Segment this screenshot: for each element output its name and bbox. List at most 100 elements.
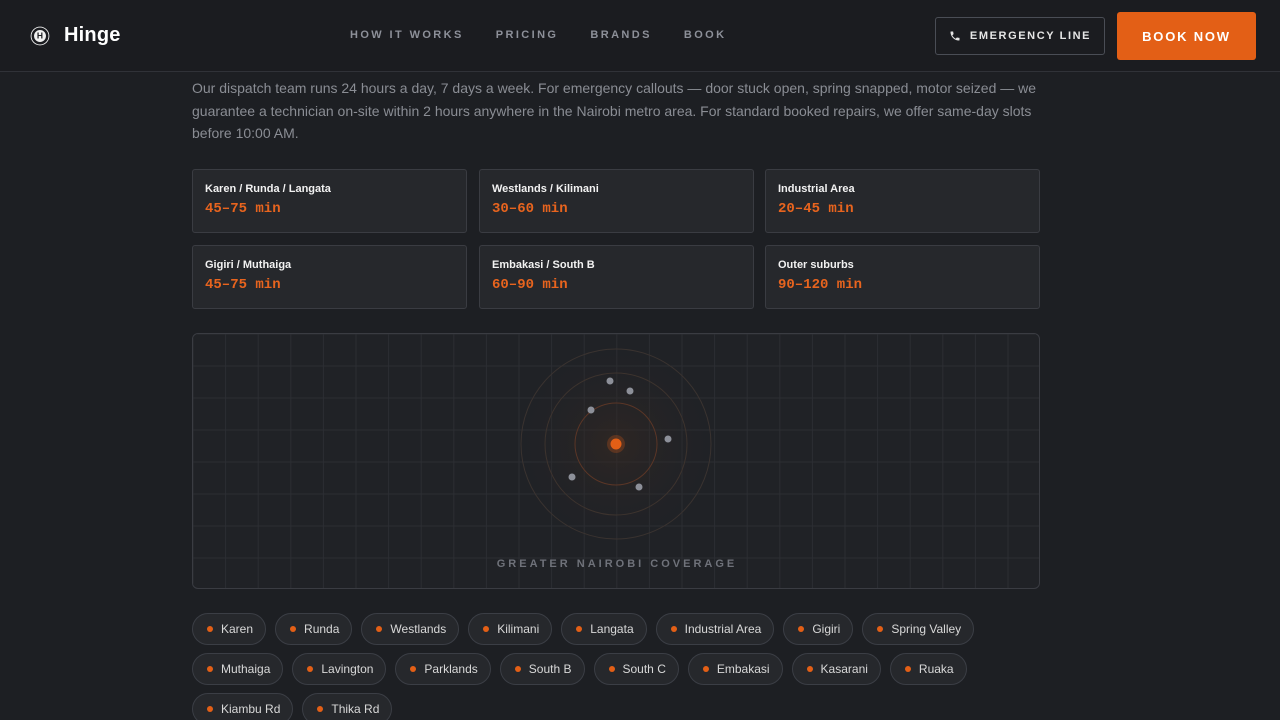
area-chip[interactable]: Westlands [361,613,460,645]
chip-dot-icon [702,666,709,672]
top-navigation-bar: H Hinge HOW IT WORKS PRICING BRANDS BOOK… [0,0,1280,72]
zone-name: Karen / Runda / Langata [205,183,331,195]
area-chip[interactable]: Kilimani [468,613,553,645]
chip-dot-icon [410,666,417,672]
area-chip[interactable]: Muthaiga [192,653,284,685]
chip-dot-icon [670,626,677,632]
zone-name: Outer suburbs [778,259,854,271]
coverage-map-graphic [193,334,1039,588]
area-chip-label: Embakasi [716,662,770,676]
area-chip-label: Langata [590,622,634,636]
technician-location-marker [606,377,614,385]
area-chip-label: Industrial Area [684,622,762,636]
map-caption: GREATER NAIROBI COVERAGE [496,558,738,570]
area-chip[interactable]: Embakasi [687,653,783,685]
zone-time: 60–90 min [492,277,568,293]
chip-dot-icon [608,666,615,672]
zone-name: Industrial Area [778,183,855,195]
technician-location-marker [635,483,643,491]
nav-link-book[interactable]: BOOK [684,29,727,41]
area-chip-label: Spring Valley [891,622,962,636]
zone-card: Outer suburbs 90–120 min [765,245,1040,309]
chip-dot-icon [576,626,583,632]
area-chip[interactable]: South C [593,653,679,685]
area-chip[interactable]: South B [499,653,585,685]
chip-dot-icon [290,626,297,632]
zone-time: 45–75 min [205,201,281,217]
service-area-chips: Karen Runda Westlands Kilimani Langata I… [192,613,1052,720]
zone-card: Karen / Runda / Langata 45–75 min [192,169,467,233]
area-chip-label: Kilimani [497,622,540,636]
area-chip[interactable]: Langata [561,613,647,645]
area-chip-label: Karen [221,622,254,636]
coverage-map: GREATER NAIROBI COVERAGE [192,333,1040,589]
chip-dot-icon [514,666,521,672]
chip-dot-icon [806,666,813,672]
area-chip-label: Lavington [321,662,374,676]
dispatch-hub-marker [610,438,622,450]
area-chip[interactable]: Industrial Area [655,613,775,645]
brand-logo[interactable]: H Hinge [30,24,121,47]
area-chip-label: Parklands [424,662,478,676]
zone-name: Embakasi / South B [492,259,595,271]
area-chip[interactable]: Lavington [292,653,387,685]
technician-location-marker [664,435,672,443]
zone-name: Gigiri / Muthaiga [205,259,292,271]
technician-location-marker [626,387,634,395]
brand-logo-icon: H [31,27,49,44]
area-chip[interactable]: Gigiri [783,613,854,645]
area-chip-label: Muthaiga [221,662,271,676]
zone-time: 30–60 min [492,201,568,217]
zone-card: Gigiri / Muthaiga 45–75 min [192,245,467,309]
zone-card: Embakasi / South B 60–90 min [479,245,754,309]
main-nav: HOW IT WORKS PRICING BRANDS BOOK [350,29,758,41]
area-chip-label: Kiambu Rd [221,702,281,716]
zone-card: Westlands / Kilimani 30–60 min [479,169,754,233]
area-chip[interactable]: Spring Valley [862,613,975,645]
emergency-line-button[interactable]: EMERGENCY LINE [935,17,1105,55]
chip-row: Muthaiga Lavington Parklands South B Sou… [192,653,1052,685]
nav-link-how-it-works[interactable]: HOW IT WORKS [350,29,464,41]
chip-dot-icon [798,626,805,632]
phone-icon [950,31,960,41]
chip-row: Kiambu Rd Thika Rd [192,693,1052,720]
technician-location-marker [587,406,595,414]
chip-row: Karen Runda Westlands Kilimani Langata I… [192,613,1052,645]
area-chip-label: Runda [304,622,340,636]
area-chip-label: Westlands [390,622,447,636]
area-chip[interactable]: Thika Rd [302,693,393,720]
chip-dot-icon [307,666,314,672]
dispatch-intro-text: Our dispatch team runs 24 hours a day, 7… [192,80,1037,141]
area-chip-label: Kasarani [820,662,868,676]
chip-dot-icon [207,666,213,672]
chip-dot-icon [317,706,324,712]
chip-dot-icon [904,666,911,672]
book-now-button[interactable]: BOOK NOW [1117,12,1256,60]
chip-dot-icon [207,706,213,712]
area-chip-label: Thika Rd [331,702,380,716]
area-chip[interactable]: Ruaka [889,653,967,685]
area-chip-label: Ruaka [918,662,954,676]
area-chip-label: Gigiri [812,622,841,636]
chip-dot-icon [877,626,884,632]
brand-name: Hinge [64,24,121,46]
area-chip[interactable]: Parklands [395,653,491,685]
zone-time: 90–120 min [778,277,863,293]
area-chip[interactable]: Kiambu Rd [192,693,294,720]
nav-link-brands[interactable]: BRANDS [590,29,651,41]
chip-dot-icon [207,626,213,632]
area-chip[interactable]: Runda [275,613,353,645]
area-chip[interactable]: Karen [192,613,267,645]
chip-dot-icon [483,626,490,632]
area-chip-label: South B [528,662,572,676]
zone-time: 45–75 min [205,277,281,293]
emergency-line-label: EMERGENCY LINE [969,30,1092,42]
zone-card: Industrial Area 20–45 min [765,169,1040,233]
technician-location-marker [568,473,576,481]
area-chip-label: South C [622,662,666,676]
chip-dot-icon [376,626,383,632]
nav-link-pricing[interactable]: PRICING [496,29,559,41]
zone-name: Westlands / Kilimani [492,183,599,195]
area-chip[interactable]: Kasarani [791,653,881,685]
zone-time: 20–45 min [778,201,854,217]
